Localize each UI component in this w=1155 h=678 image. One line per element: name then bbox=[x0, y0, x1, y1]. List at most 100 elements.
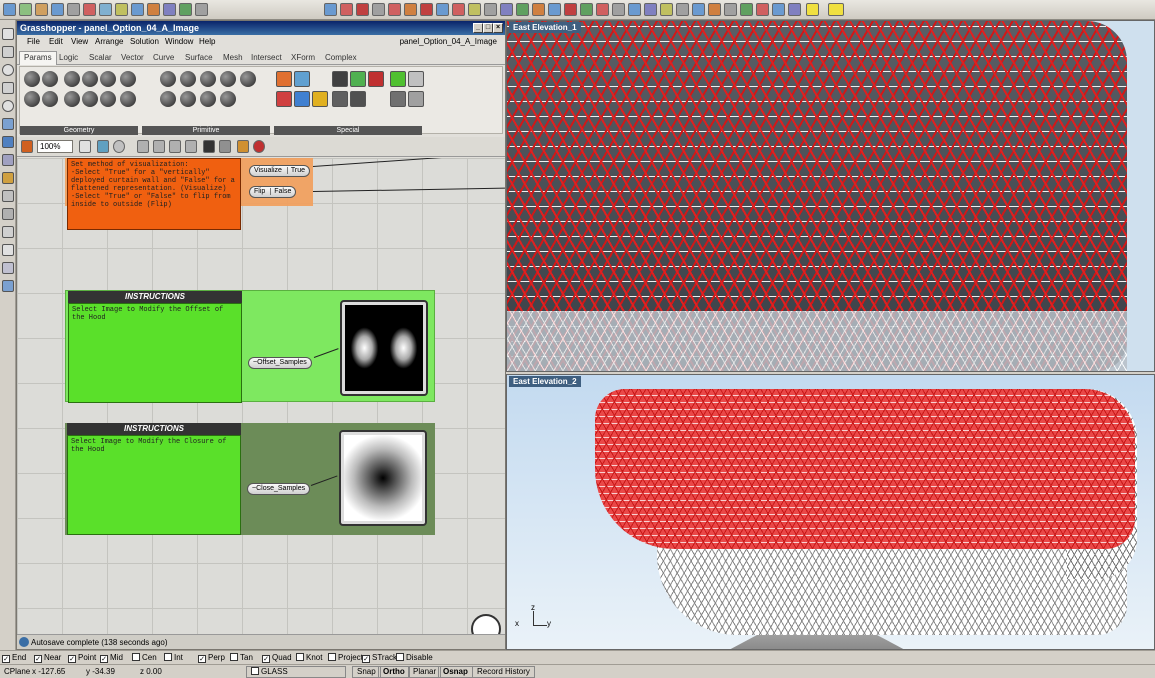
value-list-icon[interactable] bbox=[332, 91, 348, 107]
toolbar-icon[interactable] bbox=[131, 3, 144, 16]
toolbar-icon[interactable] bbox=[724, 3, 737, 16]
toolbar-icon[interactable] bbox=[548, 3, 561, 16]
visualize-value[interactable]: True bbox=[286, 167, 305, 174]
curve-param-icon[interactable] bbox=[100, 71, 116, 87]
toolbar-icon[interactable] bbox=[468, 3, 481, 16]
toggle-icon[interactable] bbox=[276, 91, 292, 107]
toolbar-icon[interactable] bbox=[372, 3, 385, 16]
osnap-quad[interactable]: ✓ Quad bbox=[262, 652, 292, 664]
checkbox[interactable] bbox=[230, 653, 238, 661]
ortho-pane[interactable]: Ortho bbox=[378, 666, 410, 678]
checkbox[interactable]: ✓ bbox=[362, 655, 370, 663]
osnap-cen[interactable]: Cen bbox=[132, 652, 157, 664]
toolbar-icon[interactable] bbox=[644, 3, 657, 16]
tab-surface[interactable]: Surface bbox=[185, 53, 213, 62]
domain-param-icon[interactable] bbox=[160, 91, 176, 107]
canvas-navigation-dial-icon[interactable] bbox=[471, 614, 501, 634]
guid-param-icon[interactable] bbox=[220, 91, 236, 107]
analyze-icon[interactable] bbox=[2, 190, 14, 202]
gradient-icon[interactable] bbox=[350, 71, 366, 87]
transform-icon[interactable] bbox=[2, 172, 14, 184]
toolbar-icon[interactable] bbox=[3, 3, 16, 16]
toolbar-icon[interactable] bbox=[612, 3, 625, 16]
maximize-button[interactable]: □ bbox=[483, 23, 493, 33]
toolbar-icon[interactable] bbox=[35, 3, 48, 16]
save-view-icon[interactable] bbox=[153, 140, 165, 153]
offset-image-sampler[interactable] bbox=[340, 300, 428, 396]
toolbar-icon[interactable] bbox=[340, 3, 353, 16]
tab-intersect[interactable]: Intersect bbox=[251, 53, 282, 62]
planar-pane[interactable]: Planar bbox=[408, 666, 442, 678]
plane-param-icon[interactable] bbox=[24, 91, 40, 107]
close-button[interactable]: × bbox=[493, 23, 503, 33]
toolbar-icon[interactable] bbox=[115, 3, 128, 16]
tab-xform[interactable]: XForm bbox=[291, 53, 315, 62]
toolbar-icon[interactable] bbox=[516, 3, 529, 16]
open-file-icon[interactable] bbox=[21, 140, 33, 153]
toolbar-icon[interactable] bbox=[19, 3, 32, 16]
menu-window[interactable]: Window bbox=[165, 37, 193, 46]
cluster-icon[interactable] bbox=[185, 140, 197, 153]
toolbar-icon[interactable] bbox=[596, 3, 609, 16]
arc-param-icon[interactable] bbox=[82, 71, 98, 87]
checkbox[interactable]: ✓ bbox=[262, 655, 270, 663]
document-icon[interactable] bbox=[169, 140, 181, 153]
toolbar-icon[interactable] bbox=[388, 3, 401, 16]
checkbox[interactable]: ✓ bbox=[198, 655, 206, 663]
tab-curve[interactable]: Curve bbox=[153, 53, 174, 62]
image-sampler-icon[interactable] bbox=[294, 71, 310, 87]
toolbar-icon[interactable] bbox=[484, 3, 497, 16]
visualize-toggle[interactable]: Visualize True bbox=[249, 165, 310, 177]
bezier-icon[interactable] bbox=[350, 91, 366, 107]
flip-toggle[interactable]: Flip False bbox=[249, 186, 297, 198]
tab-scalar[interactable]: Scalar bbox=[89, 53, 112, 62]
boolean-param-icon[interactable] bbox=[160, 71, 176, 87]
toolbar-icon[interactable] bbox=[452, 3, 465, 16]
viewport-title[interactable]: East Elevation_2 bbox=[509, 376, 581, 387]
group-icon[interactable] bbox=[2, 262, 14, 274]
osnap-int[interactable]: Int bbox=[164, 652, 183, 664]
osnap-project[interactable]: Project bbox=[328, 652, 363, 664]
tab-complex[interactable]: Complex bbox=[325, 53, 357, 62]
time-param-icon[interactable] bbox=[200, 91, 216, 107]
checkbox[interactable]: ✓ bbox=[68, 655, 76, 663]
render-icon[interactable] bbox=[2, 208, 14, 220]
toolbar-icon[interactable] bbox=[51, 3, 64, 16]
toolbar-icon[interactable] bbox=[500, 3, 513, 16]
arc-icon[interactable] bbox=[2, 100, 14, 112]
osnap-knot[interactable]: Knot bbox=[296, 652, 322, 664]
mesh-icon[interactable] bbox=[2, 154, 14, 166]
toolbar-icon[interactable] bbox=[356, 3, 369, 16]
visualization-note-panel[interactable]: Set method of visualization: -Select "Tr… bbox=[67, 158, 241, 230]
graph-icon[interactable] bbox=[332, 71, 348, 87]
menu-solution[interactable]: Solution bbox=[130, 37, 159, 46]
osnap-perp[interactable]: ✓ Perp bbox=[198, 652, 225, 664]
toolbar-icon[interactable] bbox=[324, 3, 337, 16]
menu-edit[interactable]: Edit bbox=[49, 37, 63, 46]
viewport-east-elevation-1[interactable]: East Elevation_1 bbox=[506, 20, 1155, 372]
closure-instructions-panel[interactable]: Select Image to Modify the Closure of th… bbox=[67, 435, 241, 535]
dimension-icon[interactable] bbox=[2, 226, 14, 238]
string-param-icon[interactable] bbox=[220, 71, 236, 87]
tab-vector[interactable]: Vector bbox=[121, 53, 144, 62]
toolbar-icon[interactable] bbox=[788, 3, 801, 16]
toolbar-icon[interactable] bbox=[532, 3, 545, 16]
checkbox[interactable] bbox=[396, 653, 404, 661]
close-samples-param[interactable]: ~Close_Samples bbox=[247, 483, 311, 495]
navigate-icon[interactable] bbox=[97, 140, 109, 153]
brep-param-icon[interactable] bbox=[82, 91, 98, 107]
text-icon[interactable] bbox=[2, 244, 14, 256]
zoom-extents-icon[interactable] bbox=[79, 140, 91, 153]
polyline-icon[interactable] bbox=[2, 46, 14, 58]
colour-param-icon[interactable] bbox=[240, 71, 256, 87]
toolbar-icon[interactable] bbox=[67, 3, 80, 16]
osnap-tan[interactable]: Tan bbox=[230, 652, 253, 664]
osnap-end[interactable]: ✓ End bbox=[2, 652, 26, 664]
toolbar-icon[interactable] bbox=[564, 3, 577, 16]
grasshopper-title-bar[interactable]: Grasshopper - panel_Option_04_A_Image _ … bbox=[17, 21, 505, 35]
checkbox[interactable] bbox=[132, 653, 140, 661]
geometry-param-icon[interactable] bbox=[120, 91, 136, 107]
swatch-icon[interactable] bbox=[368, 71, 384, 87]
toolbar-icon[interactable] bbox=[404, 3, 417, 16]
box-icon[interactable] bbox=[2, 136, 14, 148]
